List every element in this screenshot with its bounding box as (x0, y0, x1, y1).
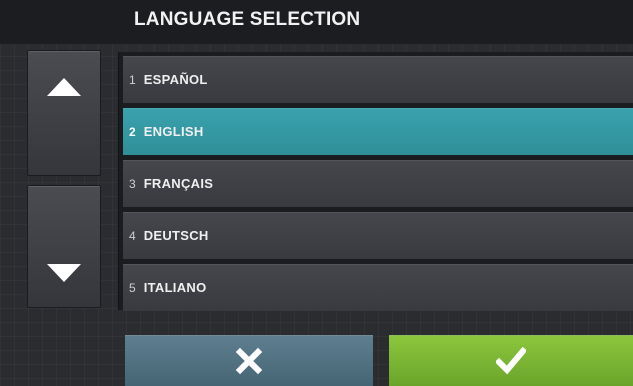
item-number: 2 (129, 124, 136, 139)
scroll-down-button[interactable] (27, 185, 101, 308)
item-label: ITALIANO (143, 280, 207, 295)
language-item-espanol[interactable]: 1 ESPAÑOL (123, 56, 633, 103)
item-label: ESPAÑOL (143, 72, 208, 87)
language-item-francais[interactable]: 3 FRANÇAIS (123, 160, 633, 207)
language-item-deutsch[interactable]: 4 DEUTSCH (123, 212, 633, 259)
arrow-down-icon (47, 264, 81, 282)
language-list: 1 ESPAÑOL 2 ENGLISH 3 FRANÇAIS 4 DEUTSCH… (118, 52, 633, 311)
scroll-up-button[interactable] (27, 50, 101, 176)
confirm-button[interactable] (389, 335, 633, 386)
page-title: LANGUAGE SELECTION (134, 9, 361, 30)
item-number: 4 (129, 228, 136, 243)
arrow-up-icon (47, 78, 81, 96)
language-item-english[interactable]: 2 ENGLISH (123, 108, 633, 155)
item-number: 5 (129, 280, 136, 295)
title-bar: LANGUAGE SELECTION (0, 0, 633, 44)
cancel-button[interactable] (125, 335, 373, 386)
item-label: FRANÇAIS (143, 176, 214, 191)
close-icon (235, 347, 263, 375)
language-item-italiano[interactable]: 5 ITALIANO (123, 264, 633, 311)
item-label: DEUTSCH (143, 228, 209, 243)
checkmark-icon (496, 347, 526, 375)
item-number: 3 (129, 176, 136, 191)
item-label: ENGLISH (143, 124, 204, 139)
item-number: 1 (129, 72, 136, 87)
